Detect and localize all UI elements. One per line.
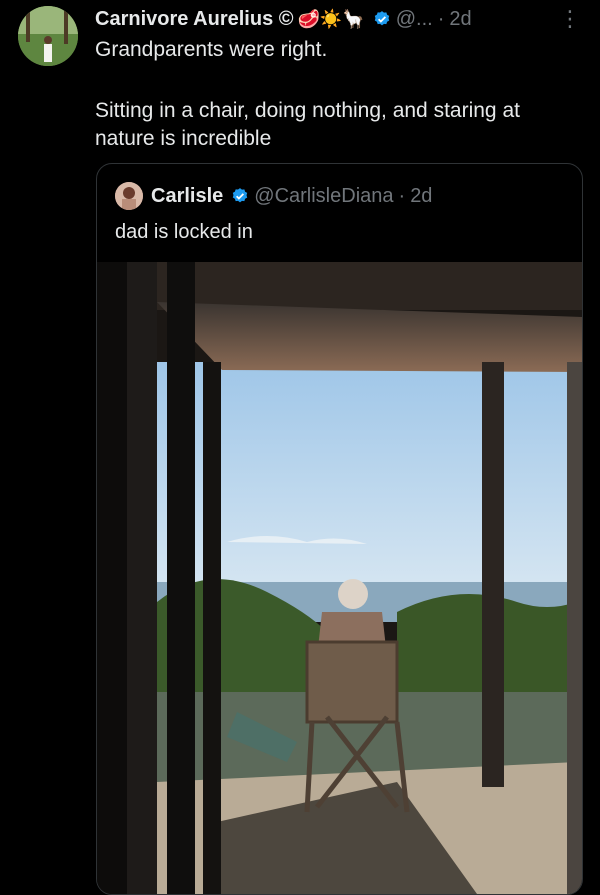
quote-separator-dot: · [398, 184, 406, 207]
quoted-tweet[interactable]: Carlisle @CarlisleDiana · 2d dad is lock… [96, 163, 583, 895]
author-name[interactable]: Carnivore Aurelius © [95, 8, 294, 31]
tweet-time[interactable]: 2d [449, 8, 471, 31]
quote-verified-badge-icon[interactable] [231, 187, 249, 205]
more-options-icon[interactable]: ⋮ [559, 6, 581, 32]
tweet-text-line2: Sitting in a chair, doing nothing, and s… [95, 99, 520, 150]
quote-author-name[interactable]: Carlisle [151, 185, 223, 208]
quote-avatar[interactable] [115, 182, 143, 210]
photo-man-in-chair[interactable] [97, 262, 582, 894]
quote-time[interactable]: 2d [410, 185, 432, 208]
quote-avatar-image [115, 182, 143, 210]
quote-header: Carlisle @CarlisleDiana · 2d [115, 182, 432, 210]
verified-badge-icon[interactable] [373, 10, 391, 28]
separator-dot: · [437, 7, 445, 30]
tweet-text-line1: Grandparents were right. [95, 38, 328, 61]
tweet-header: Carnivore Aurelius © 🥩☀️🦙 @... · 2d ⋮ [95, 5, 581, 33]
author-avatar[interactable] [18, 6, 78, 66]
quote-author-handle[interactable]: @CarlisleDiana [254, 185, 393, 208]
author-emoji: 🥩☀️🦙 [297, 8, 365, 29]
author-handle[interactable]: @... [396, 8, 433, 31]
quote-text: dad is locked in [115, 221, 253, 243]
avatar-image [18, 6, 78, 66]
